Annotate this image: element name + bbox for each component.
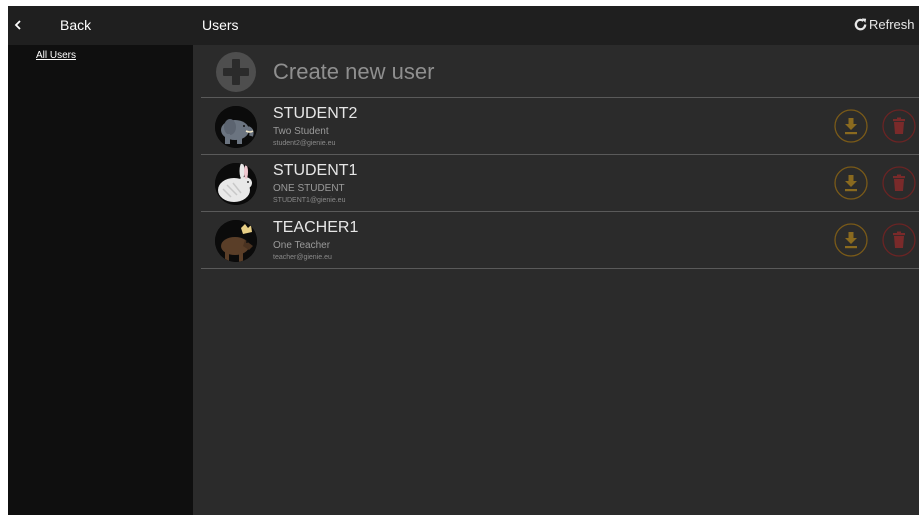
download-icon[interactable] (834, 223, 868, 257)
sidebar-item-all-users[interactable]: All Users (36, 50, 76, 61)
username: STUDENT2 (273, 105, 358, 122)
moose-avatar (215, 220, 257, 262)
user-list: Create new user STUDENT2 Two Student stu… (193, 45, 919, 515)
user-email: student2@gienie.eu (273, 140, 336, 147)
refresh-label: Refresh (869, 17, 915, 32)
sidebar: All Users (8, 45, 193, 515)
username: STUDENT1 (273, 162, 358, 179)
app-window: Back Users Refresh All Users Create new … (8, 6, 919, 515)
user-row[interactable]: TEACHER1 One Teacher teacher@gienie.eu (201, 212, 919, 269)
download-icon[interactable] (834, 166, 868, 200)
elephant-avatar (215, 106, 257, 148)
username: TEACHER1 (273, 219, 359, 236)
create-user-button[interactable]: Create new user (201, 45, 919, 98)
trash-icon[interactable] (882, 166, 916, 200)
top-bar: Back Users Refresh (8, 6, 919, 45)
user-row[interactable]: STUDENT2 Two Student student2@gienie.eu (201, 98, 919, 155)
plus-circle-icon (216, 52, 256, 92)
rabbit-avatar (215, 163, 257, 205)
user-email: STUDENT1@gienie.eu (273, 197, 346, 204)
back-label: Back (60, 17, 92, 33)
trash-icon[interactable] (882, 223, 916, 257)
trash-icon[interactable] (882, 109, 916, 143)
refresh-button[interactable]: Refresh (849, 6, 919, 45)
download-icon[interactable] (834, 109, 868, 143)
user-full-name: ONE STUDENT (273, 183, 345, 194)
user-full-name: One Teacher (273, 240, 331, 251)
back-button[interactable]: Back (8, 6, 193, 45)
refresh-icon (854, 18, 867, 31)
page-title: Users (202, 17, 239, 33)
user-email: teacher@gienie.eu (273, 254, 332, 261)
user-full-name: Two Student (273, 126, 329, 137)
create-user-label: Create new user (273, 59, 435, 84)
chevron-left-icon (14, 20, 21, 30)
user-row[interactable]: STUDENT1 ONE STUDENT STUDENT1@gienie.eu (201, 155, 919, 212)
